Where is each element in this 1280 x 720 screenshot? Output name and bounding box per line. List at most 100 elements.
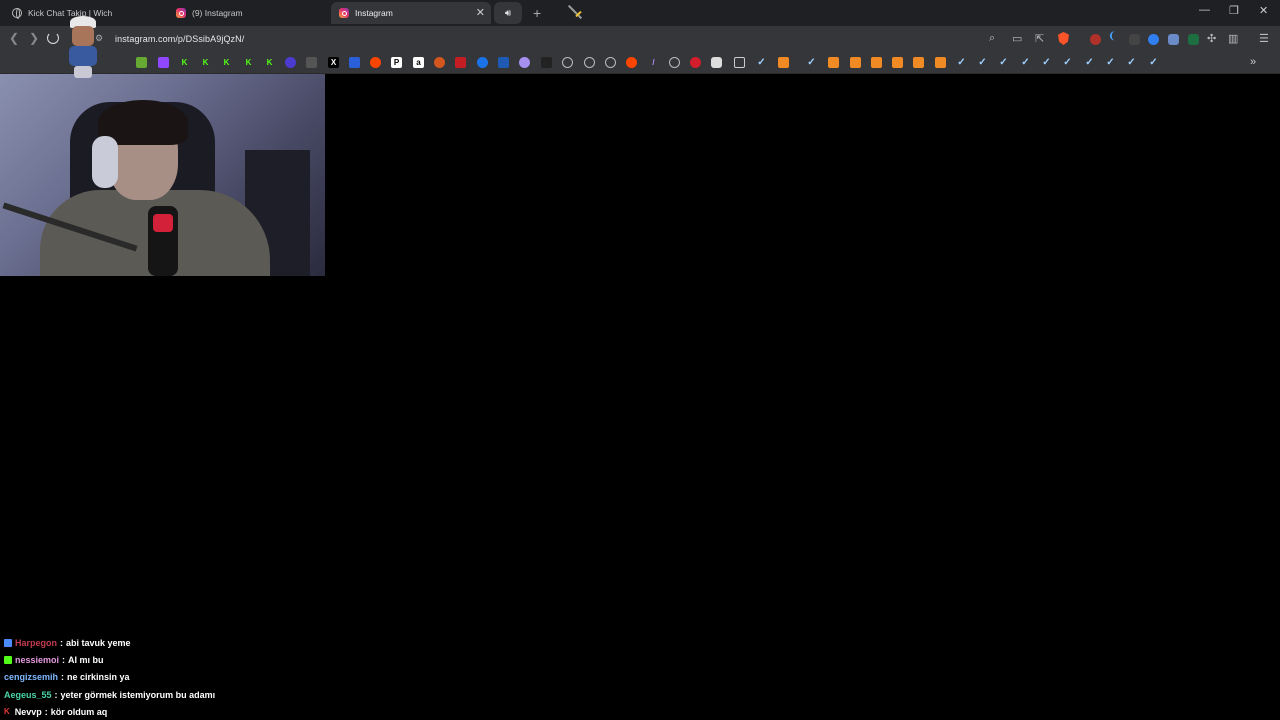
chat-message: K Nevvp : kör oldum aq	[4, 704, 404, 720]
chat-text: yeter görmek istemiyorum bu adamı	[60, 689, 216, 700]
cast-icon[interactable]: ▭	[1012, 32, 1022, 45]
extension-icon[interactable]	[1090, 34, 1101, 45]
chat-separator: :	[62, 655, 66, 666]
globe-icon[interactable]	[584, 57, 595, 68]
kick-icon[interactable]: K	[264, 57, 275, 68]
chat-separator: :	[54, 689, 58, 700]
bookmark-icon[interactable]	[711, 57, 722, 68]
chat-message: Aegeus_55 : yeter görmek istemiyorum bu …	[4, 686, 404, 703]
globe-icon[interactable]	[562, 57, 573, 68]
bookmark-icon[interactable]	[455, 57, 466, 68]
bookmark-icon[interactable]	[158, 57, 169, 68]
steam-icon[interactable]: ✓	[1126, 57, 1137, 68]
chat-text: kör oldum aq	[50, 707, 108, 718]
steam-icon[interactable]: ✓	[1041, 57, 1052, 68]
kick-icon[interactable]: K	[200, 57, 211, 68]
bookmark-icon[interactable]	[913, 57, 924, 68]
bookmark-icon[interactable]	[690, 57, 701, 68]
subscriber-badge-icon	[4, 656, 12, 665]
steam-icon[interactable]: ✓	[977, 57, 988, 68]
bookmark-icon[interactable]	[136, 57, 147, 68]
instagram-icon	[339, 8, 349, 18]
folder-icon[interactable]	[734, 57, 745, 68]
globe-icon[interactable]	[605, 57, 616, 68]
close-tab-icon[interactable]: ✕	[476, 6, 485, 19]
reddit-icon[interactable]	[370, 57, 381, 68]
amazon-icon[interactable]: a	[413, 57, 424, 68]
restore-icon[interactable]: ❐	[1229, 4, 1239, 17]
speaker-icon[interactable]: 🔊︎	[494, 2, 522, 24]
steam-icon[interactable]: ✓	[1020, 57, 1031, 68]
steam-icon[interactable]: ✓	[1105, 57, 1116, 68]
reload-icon[interactable]	[47, 32, 59, 44]
bookmark-icon[interactable]	[935, 57, 946, 68]
extension-icon[interactable]	[1168, 34, 1179, 45]
share-icon[interactable]: ⇱	[1035, 32, 1044, 45]
back-icon[interactable]: ❮	[9, 31, 19, 45]
steam-icon[interactable]: ✓	[756, 57, 767, 68]
bookmark-icon[interactable]	[477, 57, 488, 68]
chat-username: cengizsemih	[4, 672, 59, 683]
chat-message: cengizsemih : ne cirkinsin ya	[4, 669, 404, 686]
bookmark-icon[interactable]	[498, 57, 509, 68]
reddit-icon[interactable]	[626, 57, 637, 68]
bookmark-icon[interactable]	[778, 57, 789, 68]
kick-icon[interactable]: K	[243, 57, 254, 68]
x-icon[interactable]: X	[328, 57, 339, 68]
new-tab-button[interactable]: +	[533, 5, 541, 21]
bookmark-icon[interactable]: /	[648, 57, 659, 68]
chat-separator: :	[44, 707, 48, 718]
tab-instagram-active[interactable]: Instagram ✕	[331, 2, 491, 24]
extension-icon[interactable]: ❨	[1108, 31, 1119, 42]
bookmark-icon[interactable]	[306, 57, 317, 68]
chat-text: abi tavuk yeme	[66, 637, 131, 648]
webcam-overlay	[0, 74, 325, 276]
chat-overlay: Harpegon : abi tavuk yeme nessiemoi : AI…	[4, 634, 404, 720]
bookmark-icon[interactable]	[850, 57, 861, 68]
chat-username: Harpegon	[15, 637, 58, 648]
steam-icon[interactable]: ✓	[1148, 57, 1159, 68]
bookmark-icon[interactable]	[871, 57, 882, 68]
bookmark-icon[interactable]	[434, 57, 445, 68]
steam-icon[interactable]: ✓	[1084, 57, 1095, 68]
menu-icon[interactable]: ☰	[1259, 32, 1269, 45]
bookmarks-bar: K K K K K X P a / ✓ ✓ ✓ ✓ ✓ ✓ ✓ ✓ ✓ ✓ ✓ …	[0, 52, 1280, 74]
extension-icon[interactable]	[1148, 34, 1159, 45]
chat-message: Harpegon : abi tavuk yeme	[4, 634, 404, 651]
globe-icon[interactable]	[669, 57, 680, 68]
extensions-puzzle-icon[interactable]: ✣	[1207, 32, 1216, 45]
kick-icon[interactable]: K	[179, 57, 190, 68]
bookmark-icon[interactable]	[541, 57, 552, 68]
excel-icon[interactable]	[1188, 34, 1199, 45]
bookmark-icon[interactable]	[892, 57, 903, 68]
globe-icon	[12, 8, 22, 19]
tab-instagram-notifications[interactable]: (9) Instagram	[168, 2, 328, 24]
bookmark-icon[interactable]	[828, 57, 839, 68]
tab-title: Instagram	[355, 8, 393, 18]
steam-icon[interactable]: ✓	[806, 57, 817, 68]
tab-strip: Kick Chat Takip | Wich (9) Instagram Ins…	[0, 0, 1280, 26]
address-bar[interactable]: instagram.com/p/DSsibA9jQzN/	[115, 34, 244, 44]
chat-message: nessiemoi : AI mı bu	[4, 651, 404, 668]
sidebar-icon[interactable]: ▥	[1228, 32, 1238, 45]
bookmark-icon[interactable]	[519, 57, 530, 68]
steam-icon[interactable]: ✓	[1062, 57, 1073, 68]
chat-separator: :	[60, 637, 64, 648]
more-bookmarks-icon[interactable]: »	[1250, 56, 1256, 68]
toolbar: ❮ ❯ ⚙ instagram.com/p/DSsibA9jQzN/ ⌕ ▭ ⇱…	[0, 26, 1280, 52]
brave-shield-icon[interactable]	[1058, 32, 1069, 45]
zoom-icon[interactable]: ⌕	[989, 32, 995, 45]
chat-username: Aegeus_55	[4, 689, 52, 700]
extension-icon[interactable]	[1129, 34, 1140, 45]
close-window-icon[interactable]: ✕	[1259, 4, 1268, 17]
kick-icon[interactable]: K	[221, 57, 232, 68]
chat-text: ne cirkinsin ya	[67, 672, 130, 683]
bookmark-icon[interactable]	[349, 57, 360, 68]
minimize-icon[interactable]: —	[1199, 4, 1210, 16]
steam-icon[interactable]: ✓	[998, 57, 1009, 68]
forward-icon[interactable]: ❯	[29, 31, 39, 45]
bookmark-icon[interactable]	[285, 57, 296, 68]
sword-cursor-icon	[564, 2, 584, 22]
bookmark-icon[interactable]: P	[391, 57, 402, 68]
steam-icon[interactable]: ✓	[956, 57, 967, 68]
